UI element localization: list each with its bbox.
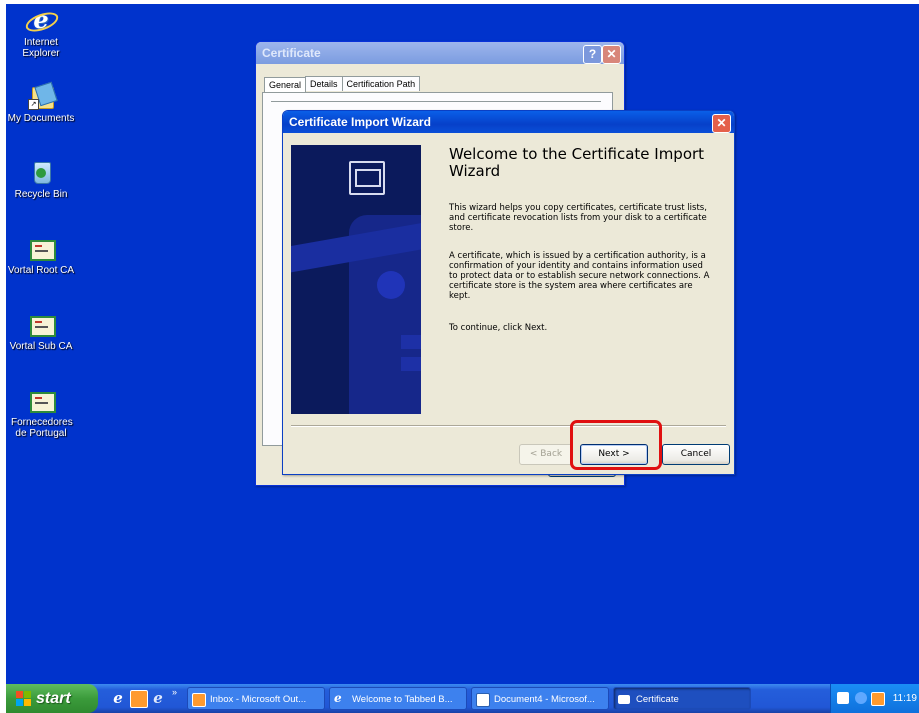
wizard-paragraph: To continue, click Next. bbox=[449, 323, 548, 333]
tab-strip: General Details Certification Path bbox=[264, 76, 421, 94]
windows-logo-icon bbox=[16, 691, 31, 706]
word-icon bbox=[476, 693, 490, 707]
tray-network-icon[interactable] bbox=[855, 692, 867, 704]
certificate-icon bbox=[28, 236, 56, 262]
wizard-paragraph: This wizard helps you copy certificates,… bbox=[449, 203, 707, 233]
close-icon: ✕ bbox=[716, 116, 727, 130]
certificate-icon bbox=[28, 388, 56, 414]
close-button[interactable]: ✕ bbox=[602, 45, 621, 64]
task-outlook[interactable]: Inbox - Microsoft Out... bbox=[187, 687, 325, 710]
chevron-right-icon[interactable]: » bbox=[172, 687, 177, 697]
desktop: e Internet Explorer ↗ My Documents Recyc… bbox=[6, 4, 919, 684]
start-button[interactable]: start bbox=[6, 684, 98, 713]
start-label: start bbox=[36, 690, 71, 707]
outlook-icon[interactable] bbox=[871, 692, 885, 706]
desktop-icon-my-documents[interactable]: ↗ My Documents bbox=[6, 81, 76, 124]
taskbar: start e e » Inbox - Microsoft Out... e W… bbox=[6, 684, 919, 713]
desktop-icon-label: Vortal Root CA bbox=[7, 265, 75, 276]
internet-explorer-icon[interactable]: e bbox=[110, 690, 126, 706]
tab-certification-path[interactable]: Certification Path bbox=[341, 76, 421, 91]
window-title: Certificate bbox=[262, 46, 321, 60]
system-tray: 11:19 bbox=[830, 684, 919, 713]
tab-details[interactable]: Details bbox=[305, 76, 343, 91]
certificate-import-wizard: Certificate Import Wizard ✕ Welcome to t… bbox=[282, 110, 735, 475]
help-icon: ? bbox=[588, 47, 597, 61]
clock: 11:19 bbox=[892, 693, 917, 704]
desktop-icon-vortal-root-ca[interactable]: Vortal Root CA bbox=[6, 236, 76, 276]
task-label: Inbox - Microsoft Out... bbox=[210, 694, 307, 705]
internet-explorer-icon: e bbox=[23, 8, 61, 36]
help-button[interactable]: ? bbox=[583, 45, 602, 64]
internet-explorer-icon: e bbox=[334, 691, 342, 705]
tray-app-icon[interactable] bbox=[837, 692, 849, 704]
task-label: Certificate bbox=[636, 694, 679, 705]
task-welcome-tabbed[interactable]: e Welcome to Tabbed B... bbox=[329, 687, 467, 710]
close-icon: ✕ bbox=[606, 47, 617, 61]
wizard-body: Welcome to the Certificate Import Wizard… bbox=[283, 133, 734, 474]
task-certificate[interactable]: Certificate bbox=[613, 687, 751, 710]
desktop-icon-label: Recycle Bin bbox=[14, 189, 68, 200]
divider bbox=[271, 101, 601, 102]
wizard-paragraph: A certificate, which is issued by a cert… bbox=[449, 251, 710, 301]
desktop-icon-label: My Documents bbox=[7, 113, 75, 124]
desktop-icon-internet-explorer[interactable]: e Internet Explorer bbox=[6, 8, 76, 59]
window-icon bbox=[618, 695, 630, 704]
task-label: Welcome to Tabbed B... bbox=[352, 694, 453, 705]
certificate-icon bbox=[349, 161, 385, 195]
wizard-heading: Welcome to the Certificate Import Wizard bbox=[449, 145, 705, 180]
outlook-icon[interactable] bbox=[130, 690, 148, 708]
desktop-icon-label: Vortal Sub CA bbox=[9, 341, 73, 352]
desktop-icon-label: Internet Explorer bbox=[22, 37, 60, 59]
wizard-titlebar[interactable]: Certificate Import Wizard ✕ bbox=[283, 111, 734, 133]
outlook-icon bbox=[192, 693, 206, 707]
next-button-highlight bbox=[570, 420, 662, 470]
desktop-icon-recycle-bin[interactable]: Recycle Bin bbox=[6, 160, 76, 200]
certificate-icon bbox=[28, 312, 56, 338]
desktop-icon-label: Fornecedores de Portugal bbox=[11, 417, 73, 439]
certificate-titlebar[interactable]: Certificate ? ✕ bbox=[256, 42, 624, 64]
task-document4[interactable]: Document4 - Microsof... bbox=[471, 687, 609, 710]
wizard-title: Certificate Import Wizard bbox=[289, 115, 431, 129]
my-documents-icon: ↗ bbox=[28, 81, 58, 110]
close-button[interactable]: ✕ bbox=[712, 114, 731, 133]
task-label: Document4 - Microsof... bbox=[494, 694, 595, 705]
recycle-bin-icon bbox=[28, 160, 54, 186]
desktop-icon-fornecedores-de-portugal[interactable]: Fornecedores de Portugal bbox=[6, 388, 76, 439]
desktop-icon-vortal-sub-ca[interactable]: Vortal Sub CA bbox=[6, 312, 76, 352]
wizard-banner-image bbox=[291, 145, 421, 414]
back-button[interactable]: < Back bbox=[519, 444, 573, 465]
internet-explorer-icon[interactable]: e bbox=[150, 690, 166, 706]
cancel-button[interactable]: Cancel bbox=[662, 444, 730, 465]
